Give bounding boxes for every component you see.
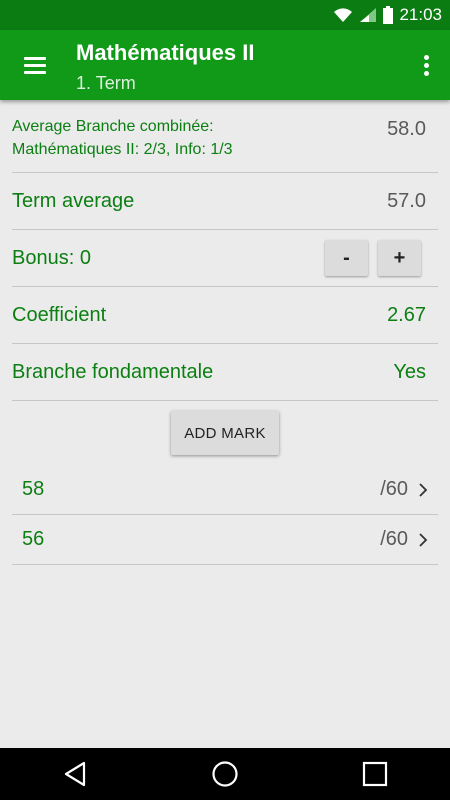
- mark-list-item[interactable]: 58 /60: [12, 465, 438, 515]
- mark-right: /60: [380, 528, 438, 551]
- wifi-icon: [334, 8, 353, 22]
- add-mark-button[interactable]: ADD MARK: [171, 411, 279, 455]
- coefficient-value: 2.67: [387, 303, 426, 326]
- coefficient-label: Coefficient: [12, 303, 107, 326]
- app-bar: Mathématiques II 1. Term: [0, 30, 450, 100]
- bonus-buttons: - +: [325, 240, 438, 276]
- branche-fondamentale-value: Yes: [393, 360, 426, 383]
- signal-icon: [360, 8, 377, 22]
- recents-icon[interactable]: [345, 748, 405, 800]
- average-branch-row: Average Branche combinée: Mathématiques …: [12, 100, 438, 173]
- average-branch-label: Average Branche combinée: Mathématiques …: [12, 100, 233, 161]
- hamburger-menu-icon[interactable]: [18, 50, 52, 80]
- branche-fondamentale-label: Branche fondamentale: [12, 360, 214, 383]
- subject-details: Average Branche combinée: Mathématiques …: [12, 100, 438, 565]
- bonus-row: Bonus: 0 - +: [12, 230, 438, 287]
- home-icon[interactable]: [195, 748, 255, 800]
- battery-icon: [383, 6, 394, 24]
- term-average-value: 57.0: [387, 189, 426, 212]
- branche-fondamentale-row: Branche fondamentale Yes: [12, 344, 438, 401]
- chevron-right-icon: [419, 482, 428, 497]
- mark-score: 56: [22, 528, 45, 550]
- average-branch-label-line1: Average Branche combinée:: [12, 118, 214, 135]
- mark-max: /60: [380, 478, 408, 500]
- bonus-decrease-button[interactable]: -: [325, 240, 368, 276]
- chevron-right-icon: [419, 532, 428, 547]
- coefficient-row: Coefficient 2.67: [12, 287, 438, 344]
- status-bar: 21:03: [0, 0, 450, 30]
- mark-right: /60: [380, 478, 438, 501]
- mark-score: 58: [22, 478, 45, 500]
- mark-list-item[interactable]: 56 /60: [12, 515, 438, 565]
- back-icon[interactable]: [45, 748, 105, 800]
- term-average-row: Term average 57.0: [12, 173, 438, 230]
- add-mark-container: ADD MARK: [12, 401, 438, 465]
- bonus-increase-button[interactable]: +: [378, 240, 421, 276]
- system-nav-bar: [0, 748, 450, 800]
- more-vertical-icon[interactable]: [420, 52, 432, 80]
- page-title: Mathématiques II: [76, 40, 255, 65]
- bonus-label: Bonus: 0: [12, 246, 91, 269]
- average-branch-value: 58.0: [387, 118, 426, 140]
- term-average-label: Term average: [12, 189, 135, 212]
- status-time: 21:03: [399, 5, 442, 24]
- mark-max: /60: [380, 528, 408, 550]
- page-subtitle: 1. Term: [76, 73, 136, 93]
- average-branch-label-line2: Mathématiques II: 2/3, Info: 1/3: [12, 141, 233, 158]
